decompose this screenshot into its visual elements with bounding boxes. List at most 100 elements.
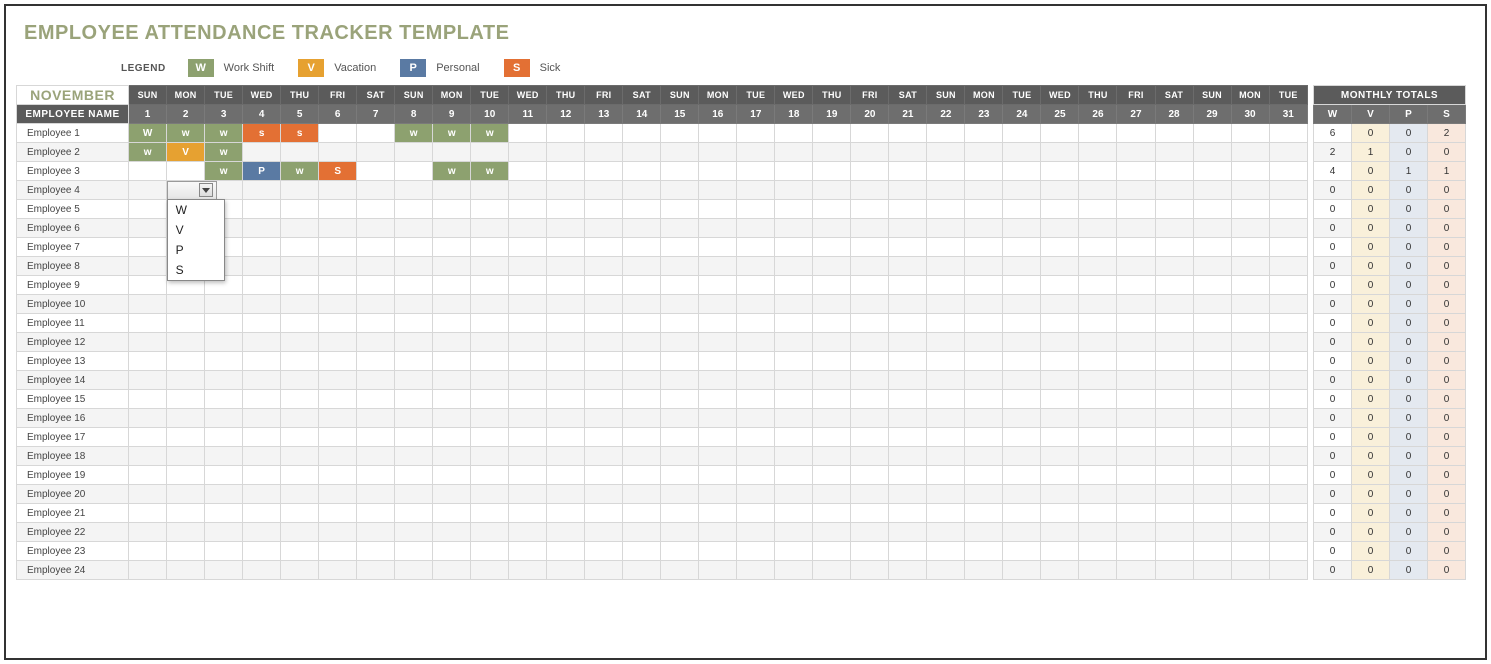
- attendance-cell[interactable]: [1155, 295, 1193, 314]
- attendance-cell[interactable]: [623, 181, 661, 200]
- attendance-cell[interactable]: [851, 466, 889, 485]
- attendance-cell[interactable]: [813, 333, 851, 352]
- attendance-cell[interactable]: [1079, 143, 1117, 162]
- attendance-cell[interactable]: [1041, 390, 1079, 409]
- attendance-cell[interactable]: [623, 542, 661, 561]
- attendance-cell[interactable]: [889, 219, 927, 238]
- attendance-cell[interactable]: [737, 466, 775, 485]
- attendance-cell[interactable]: [509, 428, 547, 447]
- attendance-cell[interactable]: [129, 371, 167, 390]
- attendance-cell[interactable]: [471, 257, 509, 276]
- attendance-cell[interactable]: [1003, 295, 1041, 314]
- attendance-cell[interactable]: [1079, 390, 1117, 409]
- attendance-cell[interactable]: [585, 181, 623, 200]
- attendance-cell[interactable]: [547, 143, 585, 162]
- attendance-cell[interactable]: [357, 314, 395, 333]
- attendance-cell[interactable]: [623, 371, 661, 390]
- attendance-cell[interactable]: [395, 295, 433, 314]
- attendance-cell[interactable]: [927, 276, 965, 295]
- attendance-cell[interactable]: [395, 181, 433, 200]
- attendance-cell[interactable]: [813, 238, 851, 257]
- attendance-cell[interactable]: [1003, 143, 1041, 162]
- attendance-cell[interactable]: [1041, 295, 1079, 314]
- attendance-cell[interactable]: [699, 162, 737, 181]
- attendance-cell[interactable]: [965, 162, 1003, 181]
- attendance-cell[interactable]: [243, 295, 281, 314]
- attendance-cell[interactable]: [623, 485, 661, 504]
- attendance-cell[interactable]: [737, 314, 775, 333]
- attendance-cell[interactable]: [1079, 333, 1117, 352]
- attendance-cell[interactable]: [965, 409, 1003, 428]
- attendance-cell[interactable]: [319, 219, 357, 238]
- attendance-cell[interactable]: [281, 276, 319, 295]
- attendance-cell[interactable]: [927, 143, 965, 162]
- attendance-cell[interactable]: [509, 466, 547, 485]
- attendance-cell[interactable]: [167, 447, 205, 466]
- attendance-cell[interactable]: [1003, 333, 1041, 352]
- attendance-cell[interactable]: [243, 143, 281, 162]
- attendance-cell[interactable]: [471, 181, 509, 200]
- attendance-cell[interactable]: [1079, 371, 1117, 390]
- attendance-cell[interactable]: [433, 352, 471, 371]
- attendance-cell[interactable]: [661, 466, 699, 485]
- attendance-cell[interactable]: [433, 485, 471, 504]
- attendance-cell[interactable]: [471, 447, 509, 466]
- attendance-cell[interactable]: [433, 295, 471, 314]
- attendance-cell[interactable]: [889, 181, 927, 200]
- attendance-cell[interactable]: [547, 238, 585, 257]
- attendance-cell[interactable]: [737, 257, 775, 276]
- attendance-cell[interactable]: [509, 447, 547, 466]
- attendance-cell[interactable]: [927, 447, 965, 466]
- attendance-cell[interactable]: [509, 219, 547, 238]
- attendance-cell[interactable]: [129, 276, 167, 295]
- attendance-cell[interactable]: [1003, 352, 1041, 371]
- attendance-cell[interactable]: [1155, 485, 1193, 504]
- attendance-cell[interactable]: [1269, 219, 1307, 238]
- attendance-cell[interactable]: [167, 466, 205, 485]
- attendance-cell[interactable]: [737, 542, 775, 561]
- employee-name-cell[interactable]: Employee 2: [17, 143, 129, 162]
- employee-name-cell[interactable]: Employee 10: [17, 295, 129, 314]
- attendance-cell[interactable]: [927, 352, 965, 371]
- attendance-cell[interactable]: [167, 523, 205, 542]
- attendance-cell[interactable]: [1003, 124, 1041, 143]
- attendance-cell[interactable]: [1193, 485, 1231, 504]
- attendance-cell[interactable]: [319, 428, 357, 447]
- attendance-cell[interactable]: [699, 542, 737, 561]
- attendance-cell[interactable]: [889, 428, 927, 447]
- attendance-cell[interactable]: [585, 409, 623, 428]
- attendance-cell[interactable]: [775, 181, 813, 200]
- attendance-cell[interactable]: [585, 371, 623, 390]
- attendance-cell[interactable]: [927, 257, 965, 276]
- employee-name-cell[interactable]: Employee 3: [17, 162, 129, 181]
- attendance-cell[interactable]: [319, 504, 357, 523]
- attendance-cell[interactable]: [737, 124, 775, 143]
- attendance-cell[interactable]: [585, 295, 623, 314]
- attendance-cell[interactable]: [167, 428, 205, 447]
- attendance-cell[interactable]: [1269, 181, 1307, 200]
- attendance-cell[interactable]: [813, 447, 851, 466]
- attendance-cell[interactable]: w: [395, 124, 433, 143]
- attendance-cell[interactable]: [585, 124, 623, 143]
- attendance-cell[interactable]: [623, 447, 661, 466]
- attendance-cell[interactable]: [623, 561, 661, 580]
- attendance-cell[interactable]: [357, 238, 395, 257]
- attendance-cell[interactable]: [1117, 333, 1155, 352]
- attendance-cell[interactable]: [129, 561, 167, 580]
- attendance-cell[interactable]: [585, 523, 623, 542]
- attendance-cell[interactable]: [547, 428, 585, 447]
- attendance-cell[interactable]: [813, 561, 851, 580]
- attendance-cell[interactable]: [395, 561, 433, 580]
- attendance-cell[interactable]: [167, 390, 205, 409]
- attendance-cell[interactable]: [509, 257, 547, 276]
- attendance-cell[interactable]: [1041, 371, 1079, 390]
- attendance-cell[interactable]: [281, 390, 319, 409]
- attendance-cell[interactable]: [585, 466, 623, 485]
- attendance-cell[interactable]: [623, 238, 661, 257]
- attendance-cell[interactable]: [965, 238, 1003, 257]
- attendance-cell[interactable]: [851, 181, 889, 200]
- attendance-cell[interactable]: [281, 447, 319, 466]
- dropdown-option[interactable]: S: [168, 260, 224, 280]
- attendance-cell[interactable]: [471, 143, 509, 162]
- attendance-cell[interactable]: [661, 523, 699, 542]
